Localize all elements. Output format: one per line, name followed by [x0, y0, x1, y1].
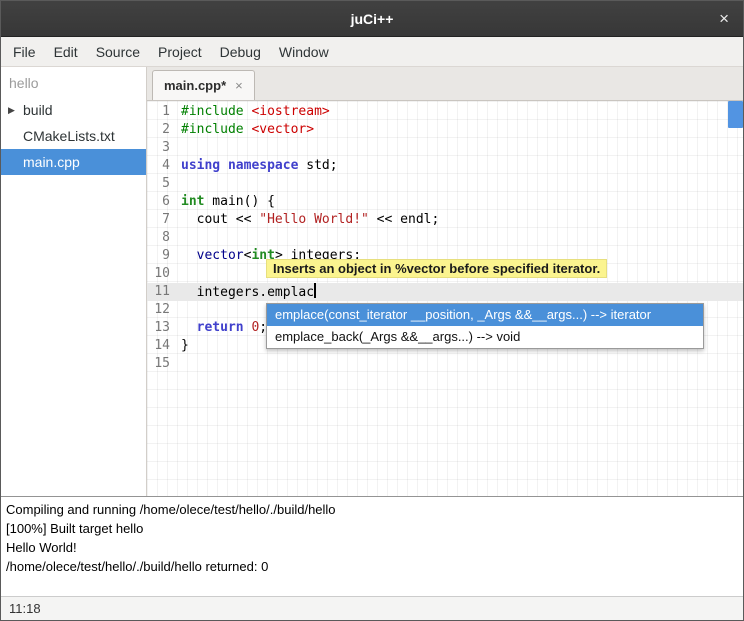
menu-item-edit[interactable]: Edit	[45, 39, 87, 65]
output-line: Hello World!	[6, 538, 738, 557]
line-number: 13	[147, 319, 177, 337]
tree-item-main-cpp[interactable]: main.cpp	[1, 149, 146, 175]
cursor-position: 11:18	[9, 601, 41, 616]
app-window: juCi++ × File Edit Source Project Debug …	[0, 0, 744, 621]
code-line-15[interactable]: 15	[147, 355, 743, 373]
output-line: Compiling and running /home/olece/test/h…	[6, 500, 738, 519]
code-text	[177, 355, 181, 373]
output-line: [100%] Built target hello	[6, 519, 738, 538]
tab-label: main.cpp*	[164, 78, 226, 93]
line-number: 2	[147, 121, 177, 139]
completion-item-emplace[interactable]: emplace(const_iterator __position, _Args…	[267, 304, 703, 326]
line-number: 3	[147, 139, 177, 157]
menu-item-window[interactable]: Window	[270, 39, 338, 65]
menu-item-file[interactable]: File	[4, 39, 45, 65]
menu-bar: File Edit Source Project Debug Window	[1, 37, 743, 67]
code-line-8[interactable]: 8	[147, 229, 743, 247]
tab-bar: main.cpp* ×	[147, 67, 743, 101]
code-text: int main() {	[177, 193, 275, 211]
code-text	[177, 229, 181, 247]
file-tree-panel: hello ▶ build CMakeLists.txt main.cpp	[1, 67, 147, 496]
completion-popup: emplace(const_iterator __position, _Args…	[266, 303, 704, 349]
code-editor[interactable]: 1#include <iostream>2#include <vector>34…	[147, 101, 743, 496]
line-number: 8	[147, 229, 177, 247]
main-area: hello ▶ build CMakeLists.txt main.cpp ma…	[1, 67, 743, 496]
code-line-1[interactable]: 1#include <iostream>	[147, 103, 743, 121]
code-text: return 0;	[177, 319, 267, 337]
code-text: #include <vector>	[177, 121, 314, 139]
doc-tooltip: Inserts an object in %vector before spec…	[266, 259, 607, 278]
code-text: #include <iostream>	[177, 103, 330, 121]
line-number: 11	[147, 283, 177, 301]
expander-icon[interactable]: ▶	[8, 105, 23, 116]
tab-close-icon[interactable]: ×	[235, 78, 243, 93]
tree-item-label: main.cpp	[23, 154, 80, 170]
code-line-4[interactable]: 4using namespace std;	[147, 157, 743, 175]
line-number: 7	[147, 211, 177, 229]
code-line-7[interactable]: 7 cout << "Hello World!" << endl;	[147, 211, 743, 229]
code-text: }	[177, 337, 189, 355]
line-number: 1	[147, 103, 177, 121]
code-text: cout << "Hello World!" << endl;	[177, 211, 439, 229]
completion-item-emplace-back[interactable]: emplace_back(_Args &&__args...) --> void	[267, 326, 703, 348]
line-number: 12	[147, 301, 177, 319]
line-number: 6	[147, 193, 177, 211]
menu-item-project[interactable]: Project	[149, 39, 211, 65]
editor-scrollbar[interactable]	[728, 101, 743, 128]
close-button[interactable]: ×	[715, 9, 733, 29]
code-text: integers.emplac	[177, 283, 316, 301]
code-text	[177, 139, 181, 157]
line-number: 10	[147, 265, 177, 283]
title-bar: juCi++ ×	[1, 1, 743, 37]
close-icon: ×	[719, 9, 729, 28]
code-line-11[interactable]: 11 integers.emplac	[147, 283, 743, 301]
line-number: 9	[147, 247, 177, 265]
code-text	[177, 175, 181, 193]
code-text	[177, 265, 181, 283]
window-title: juCi++	[351, 11, 394, 27]
code-line-3[interactable]: 3	[147, 139, 743, 157]
menu-item-debug[interactable]: Debug	[211, 39, 270, 65]
line-number: 14	[147, 337, 177, 355]
tree-item-cmakelists[interactable]: CMakeLists.txt	[1, 123, 146, 149]
tab-main-cpp[interactable]: main.cpp* ×	[152, 70, 255, 100]
line-number: 4	[147, 157, 177, 175]
output-line: /home/olece/test/hello/./build/hello ret…	[6, 557, 738, 576]
line-number: 5	[147, 175, 177, 193]
tree-item-build[interactable]: ▶ build	[1, 97, 146, 123]
output-panel: Compiling and running /home/olece/test/h…	[1, 496, 743, 596]
code-line-6[interactable]: 6int main() {	[147, 193, 743, 211]
tree-item-label: CMakeLists.txt	[23, 128, 115, 144]
text-cursor	[314, 283, 316, 298]
code-line-5[interactable]: 5	[147, 175, 743, 193]
tree-item-label: build	[23, 102, 53, 118]
code-line-2[interactable]: 2#include <vector>	[147, 121, 743, 139]
code-text: using namespace std;	[177, 157, 338, 175]
editor-column: main.cpp* × 1#include <iostream>2#includ…	[147, 67, 743, 496]
project-name-label: hello	[1, 67, 146, 97]
menu-item-source[interactable]: Source	[87, 39, 149, 65]
status-bar: 11:18	[1, 596, 743, 620]
line-number: 15	[147, 355, 177, 373]
code-text	[177, 301, 181, 319]
